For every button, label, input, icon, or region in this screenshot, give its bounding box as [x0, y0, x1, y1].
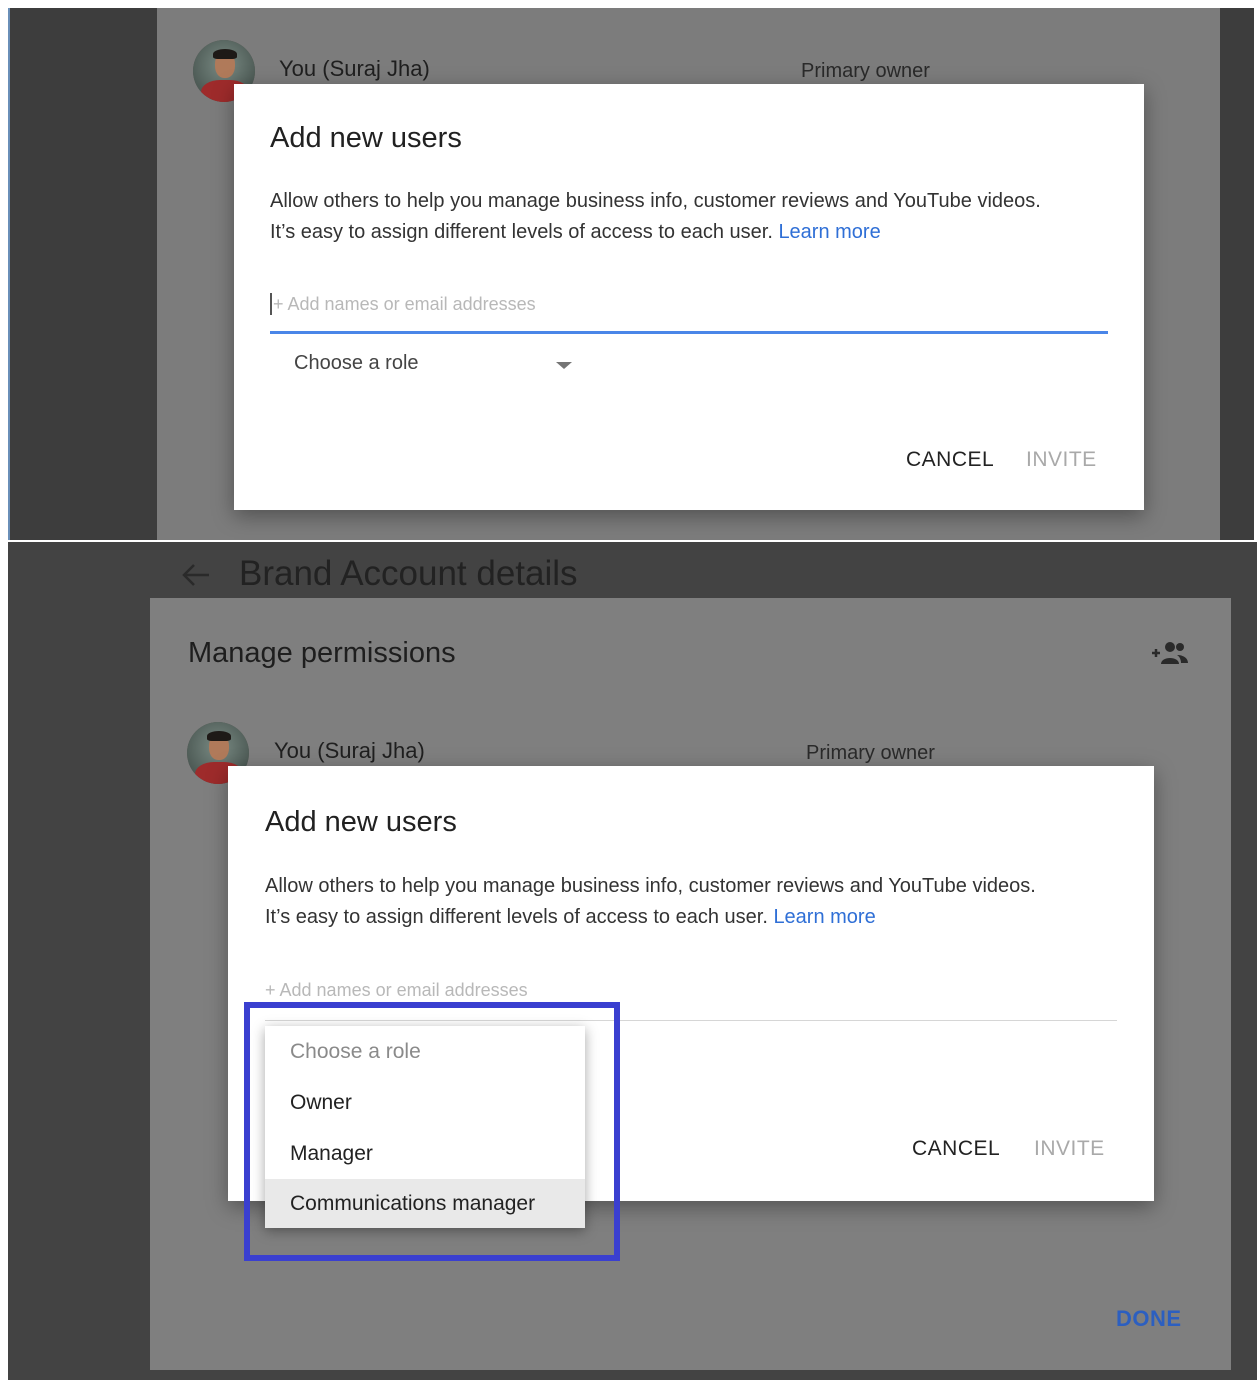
dialog-description-line-1: Allow others to help you manage business… [270, 190, 1041, 212]
top-screenshot-panel: You (Suraj Jha) Primary owner Add new us… [0, 0, 1257, 540]
dialog-description-line-2: It’s easy to assign different levels of … [270, 217, 1130, 248]
cancel-button[interactable]: CANCEL [912, 1137, 1000, 1161]
dialog-description-text: It’s easy to assign different levels of … [270, 221, 773, 243]
page-title: Brand Account details [239, 554, 578, 593]
invite-button[interactable]: INVITE [1026, 448, 1097, 472]
owner-role: Primary owner [806, 742, 935, 764]
email-input-underline [270, 331, 1108, 334]
owner-role: Primary owner [801, 60, 930, 82]
dialog-description: Allow others to help you manage business… [265, 871, 1145, 933]
learn-more-link[interactable]: Learn more [778, 221, 880, 243]
dialog-description-line-1: Allow others to help you manage business… [265, 875, 1036, 897]
owner-name: You (Suraj Jha) [279, 56, 430, 81]
owner-name: You (Suraj Jha) [274, 738, 425, 763]
bottom-screenshot-panel: Brand Account details Manage permissions… [0, 542, 1257, 1385]
invite-button[interactable]: INVITE [1034, 1137, 1105, 1161]
arrow-left-icon[interactable] [181, 562, 211, 588]
dialog-description-text: It’s easy to assign different levels of … [265, 906, 768, 928]
dialog-description: Allow others to help you manage business… [270, 186, 1130, 248]
add-new-users-dialog: Add new users Allow others to help you m… [234, 84, 1144, 510]
dialog-title: Add new users [270, 122, 462, 154]
dialog-title: Add new users [265, 806, 457, 838]
email-input-placeholder: + Add names or email addresses [265, 980, 528, 1000]
person-add-icon[interactable] [1150, 640, 1190, 666]
highlight-annotation-box [244, 1002, 620, 1261]
text-cursor [270, 293, 272, 315]
dialog-description-line-2: It’s easy to assign different levels of … [265, 902, 1145, 933]
role-select-value: Choose a role [294, 352, 419, 374]
manage-permissions-title: Manage permissions [188, 637, 456, 669]
learn-more-link[interactable]: Learn more [773, 906, 875, 928]
dropdown-caret-icon [556, 362, 572, 369]
cancel-button[interactable]: CANCEL [906, 448, 994, 472]
done-button[interactable]: DONE [1116, 1306, 1182, 1332]
email-input-placeholder: + Add names or email addresses [273, 294, 536, 314]
